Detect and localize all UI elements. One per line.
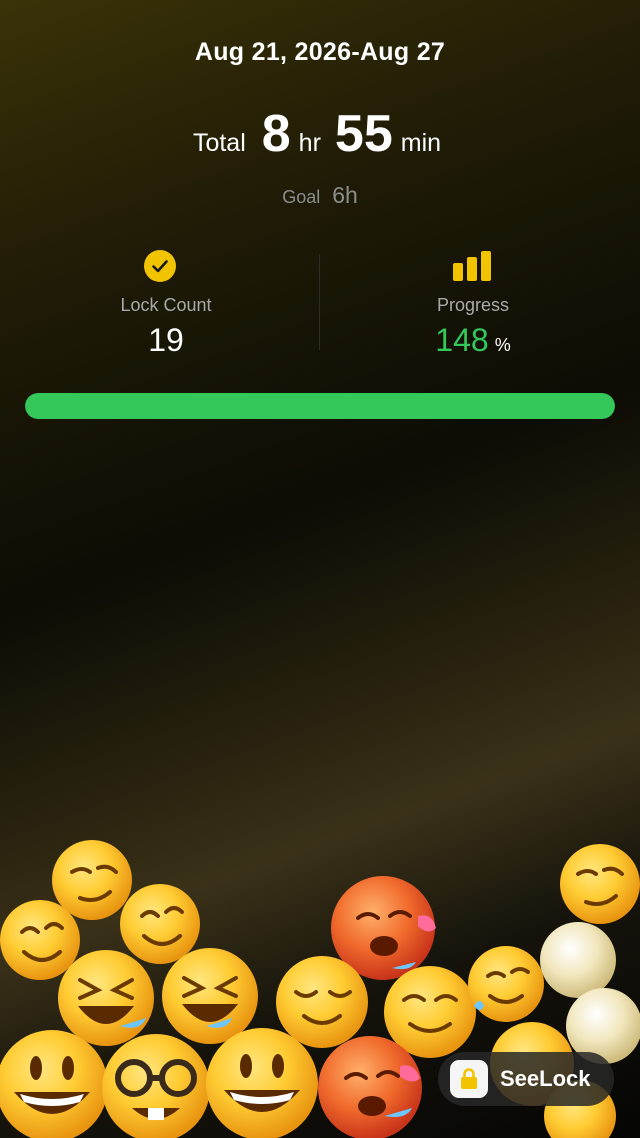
smiling-face-emoji <box>0 900 80 980</box>
progress-stat: Progress 148% <box>313 250 633 359</box>
smiling-face-emoji <box>120 884 200 964</box>
progress-bar <box>25 393 615 419</box>
goal: Goal 6h <box>0 182 640 209</box>
total-minutes: 55 <box>334 105 393 163</box>
lock-count-label: Lock Count <box>120 295 212 315</box>
lock-count-stat: Lock Count 19 <box>6 250 326 359</box>
grinning-squinting-face-emoji <box>58 950 154 1046</box>
progress-label: Progress <box>436 295 510 315</box>
seelock-label: SeeLock <box>500 1066 591 1091</box>
total-hours-unit: hr <box>298 129 321 157</box>
grinning-face-emoji <box>206 1028 318 1138</box>
grinning-face-emoji <box>0 1030 108 1138</box>
seelock-badge[interactable]: SeeLock <box>438 1052 614 1106</box>
goal-label: Goal <box>282 187 321 207</box>
goal-value: 6h <box>332 182 358 208</box>
relieved-face-emoji <box>276 956 368 1048</box>
stats-row: Lock Count 19 Progress 148% <box>0 250 640 360</box>
total-label: Total <box>192 129 246 157</box>
progress-value-row: 148% <box>313 322 633 359</box>
total-hours: 8 <box>261 105 291 163</box>
progress-value: 148 <box>435 322 489 358</box>
nerd-face-emoji <box>102 1034 210 1138</box>
progress-bar-fill <box>25 393 615 419</box>
smirking-face-emoji <box>560 844 640 924</box>
progress-unit: % <box>494 335 511 355</box>
smiling-face-with-tear-emoji <box>468 946 544 1022</box>
grinning-squinting-face-emoji <box>162 948 258 1044</box>
total-time: Total 8 hr 55 min <box>0 104 640 164</box>
bar-chart-icon <box>453 251 491 281</box>
date-range[interactable]: Aug 21, 2026-Aug 27 <box>0 38 640 67</box>
total-minutes-unit: min <box>400 129 442 157</box>
lock-icon <box>450 1060 488 1098</box>
hot-face-emoji <box>318 1036 422 1138</box>
check-circle-icon <box>144 250 176 282</box>
lock-count-value: 19 <box>148 322 184 358</box>
